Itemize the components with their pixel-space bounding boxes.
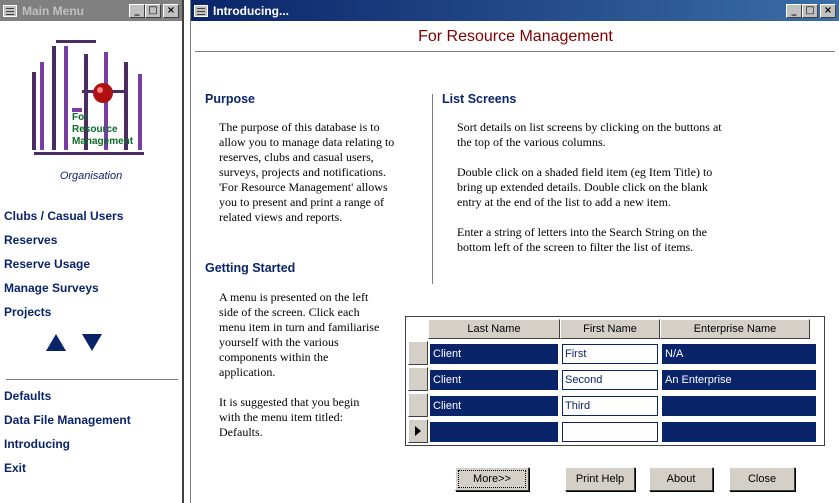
introducing-window: Introducing... _ □ × For Resource Manage…: [190, 0, 839, 503]
minimize-button[interactable]: _: [129, 3, 145, 18]
list-screens-heading: List Screens: [442, 92, 517, 106]
maximize-button[interactable]: □: [145, 3, 161, 18]
main-menu-title: Main Menu: [22, 3, 84, 18]
close-dialog-button[interactable]: Close: [729, 467, 795, 491]
title-divider: [195, 51, 835, 52]
purpose-text: The purpose of this database is to allow…: [219, 120, 395, 224]
print-help-button[interactable]: Print Help: [565, 467, 635, 491]
minimize-button[interactable]: _: [786, 3, 802, 18]
menu-item-projects[interactable]: Projects: [4, 304, 123, 328]
column-header-last-name[interactable]: Last Name: [428, 319, 560, 339]
current-row-icon: [415, 426, 421, 436]
page-title: For Resource Management: [418, 28, 613, 45]
form-icon: [194, 4, 208, 17]
getting-started-heading: Getting Started: [205, 261, 296, 275]
main-menu-window: Main Menu _ □ × For Resource Management …: [0, 0, 184, 503]
menu-item-reserve-usage[interactable]: Reserve Usage: [4, 256, 123, 280]
cell-last-name[interactable]: Client: [430, 370, 558, 390]
menu-item-introducing[interactable]: Introducing: [4, 436, 131, 460]
menu-item-data-file-management[interactable]: Data File Management: [4, 412, 131, 436]
column-header-enterprise-name[interactable]: Enterprise Name: [660, 319, 810, 339]
cell-enterprise-name[interactable]: [662, 396, 816, 416]
form-icon: [3, 4, 17, 17]
cell-first-name[interactable]: First: [562, 344, 658, 364]
secondary-menu-list: Defaults Data File Management Introducin…: [4, 388, 131, 484]
more-button[interactable]: More>>: [455, 467, 529, 491]
introducing-titlebar[interactable]: Introducing... _ □ ×: [191, 0, 839, 21]
scroll-arrows: [46, 334, 102, 351]
app-logo: For Resource Management: [32, 40, 144, 155]
getting-started-text: A menu is presented on the left side of …: [219, 290, 380, 439]
cell-enterprise-name[interactable]: An Enterprise: [662, 370, 816, 390]
close-button[interactable]: ×: [820, 3, 836, 18]
cell-last-name[interactable]: Client: [430, 344, 558, 364]
row-selector-new[interactable]: [408, 419, 428, 443]
cell-first-name[interactable]: Third: [562, 396, 658, 416]
row-selector[interactable]: [408, 341, 428, 365]
purpose-heading: Purpose: [205, 92, 256, 106]
row-selector[interactable]: [408, 367, 428, 391]
menu-item-reserves[interactable]: Reserves: [4, 232, 123, 256]
menu-divider: [6, 379, 178, 381]
logo-text-for: For: [72, 112, 88, 123]
cell-first-name-new[interactable]: [562, 422, 658, 442]
row-selector[interactable]: [408, 393, 428, 417]
organisation-label: Organisation: [59, 170, 123, 182]
maximize-button[interactable]: □: [802, 3, 818, 18]
column-separator: [432, 94, 433, 284]
cell-enterprise-name[interactable]: N/A: [662, 344, 816, 364]
cell-last-name-new[interactable]: [430, 422, 558, 442]
menu-item-exit[interactable]: Exit: [4, 460, 131, 484]
main-menu-titlebar[interactable]: Main Menu _ □ ×: [0, 0, 182, 21]
logo-text-management: Management: [72, 136, 134, 147]
arrow-down-icon[interactable]: [82, 334, 102, 351]
column-header-first-name[interactable]: First Name: [560, 319, 660, 339]
arrow-up-icon[interactable]: [46, 334, 66, 351]
example-list-grid: Last Name First Name Enterprise Name Cli…: [405, 316, 825, 446]
introducing-title: Introducing...: [213, 3, 289, 18]
close-button[interactable]: ×: [163, 3, 179, 18]
cell-enterprise-name-new[interactable]: [662, 422, 816, 442]
about-button[interactable]: About: [649, 467, 713, 491]
menu-item-defaults[interactable]: Defaults: [4, 388, 131, 412]
cell-first-name[interactable]: Second: [562, 370, 658, 390]
logo-text-resource: Resource: [72, 124, 118, 135]
cell-last-name[interactable]: Client: [430, 396, 558, 416]
list-screens-text: Sort details on list screens by clicking…: [457, 120, 722, 254]
menu-item-clubs-casual-users[interactable]: Clubs / Casual Users: [4, 208, 123, 232]
main-menu-list: Clubs / Casual Users Reserves Reserve Us…: [4, 208, 123, 328]
menu-item-manage-surveys[interactable]: Manage Surveys: [4, 280, 123, 304]
